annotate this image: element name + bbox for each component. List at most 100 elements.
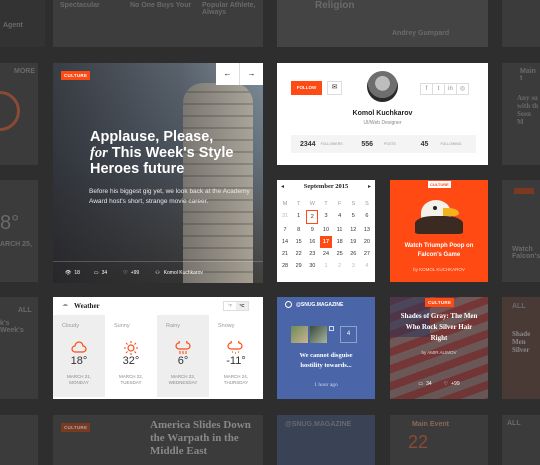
author-name[interactable]: Komol Kuchkarov xyxy=(164,270,203,276)
bg-tile-text: Agent xyxy=(3,22,23,29)
bg-tile-right-3: ALL Shade Men Silver xyxy=(502,297,540,399)
comment-icon: ▭ xyxy=(93,269,99,276)
calendar-day[interactable]: 13 xyxy=(361,224,373,236)
calendar-day[interactable]: 16 xyxy=(306,236,318,248)
calendar-day[interactable]: 26 xyxy=(347,248,359,260)
calendar-day[interactable]: 3 xyxy=(320,210,332,224)
calendar-day[interactable]: 15 xyxy=(293,236,305,248)
calendar-day[interactable]: 4 xyxy=(361,260,373,272)
bg-tile-top-2: Popular Athlete, Always xyxy=(200,0,263,47)
social-card[interactable]: @SNUG.MAGAZINE 4 We cannot disguise host… xyxy=(277,297,375,399)
bg-tile-text: Spectacular xyxy=(60,2,100,9)
calendar-day[interactable]: 14 xyxy=(279,236,291,248)
thumb-2[interactable] xyxy=(310,326,327,343)
flag-byline: by AMIR ALIMOV xyxy=(421,350,457,355)
calendar-day[interactable]: 2 xyxy=(334,260,346,272)
stat-posts[interactable]: 556 POSTS xyxy=(355,141,416,148)
calendar-day[interactable]: 22 xyxy=(293,248,305,260)
social-links: f t in ◎ xyxy=(420,83,469,95)
stat-followers[interactable]: 2344 FOLLOWERS xyxy=(291,141,355,148)
calendar-day[interactable]: 29 xyxy=(293,260,305,272)
unit-c-button[interactable]: °C xyxy=(236,302,248,310)
calendar-day[interactable]: 20 xyxy=(361,236,373,248)
rain-icon xyxy=(175,341,191,354)
weekday-label: W xyxy=(309,201,315,207)
calendar-day[interactable]: 11 xyxy=(334,224,346,236)
bg-tile-text: @SNUG.MAGAZINE xyxy=(285,421,352,428)
calendar-day[interactable]: 4 xyxy=(334,210,346,224)
heart-icon[interactable]: ♡ xyxy=(444,381,448,387)
calendar-week-row: 7 8 9 10 11 12 13 xyxy=(279,224,373,236)
calendar-day[interactable]: 17 xyxy=(319,236,332,248)
calendar-day[interactable]: 1 xyxy=(320,260,332,272)
calendar-week-row: 31 1 2 3 4 5 6 xyxy=(279,210,373,224)
hero-footer: 👁 18 ▭ 34 ♡ +99 ⚇ Komol Kuchkarov xyxy=(53,261,263,283)
snow-icon xyxy=(227,341,243,354)
calendar-day[interactable]: 31 xyxy=(279,210,291,224)
social-handle[interactable]: @SNUG.MAGAZINE xyxy=(296,302,343,308)
weather-title: Weather xyxy=(74,302,100,310)
calendar-day[interactable]: 10 xyxy=(320,224,332,236)
calendar-day[interactable]: 25 xyxy=(334,248,346,260)
bg-tile-text: ALL xyxy=(18,307,32,314)
calendar-day[interactable]: 6 xyxy=(361,210,373,224)
calendar-day[interactable]: 2 xyxy=(306,210,319,224)
prev-button[interactable]: ← xyxy=(216,63,240,85)
thumb-1[interactable] xyxy=(291,326,308,343)
bg-tile-text: Watch Falcon's xyxy=(512,246,540,260)
bg-tile-text: Religion xyxy=(315,0,355,11)
hero-nav: ← → xyxy=(216,63,263,85)
flag-likes: +99 xyxy=(451,381,460,387)
calendar-day[interactable]: 28 xyxy=(279,260,291,272)
calendar-day[interactable]: 8 xyxy=(293,224,305,236)
bg-tile-top-left: Agent xyxy=(0,0,45,47)
bg-tile-right-2: Watch Falcon's xyxy=(502,180,540,282)
calendar-day[interactable]: 12 xyxy=(347,224,359,236)
calendar-day[interactable]: 1 xyxy=(293,210,305,224)
instagram-icon[interactable]: ◎ xyxy=(456,83,469,95)
unit-f-button[interactable]: °F xyxy=(224,302,236,310)
hero-article-card[interactable]: CULTURE ← → Applause, Please, for This W… xyxy=(53,63,263,283)
calendar-day[interactable]: 24 xyxy=(320,248,332,260)
heart-icon[interactable]: ♡ xyxy=(123,270,127,276)
cloud-icon xyxy=(71,341,87,353)
weather-day-4[interactable]: Snowy -11° MARCH 24, THURSDAY xyxy=(209,315,263,397)
follow-button[interactable]: FOLLOW xyxy=(291,81,322,95)
mail-button[interactable]: ✉ xyxy=(327,81,342,95)
promo-card[interactable]: CULTURE Watch Triumph Poop on Falcon's G… xyxy=(390,180,488,282)
calendar-day[interactable]: 9 xyxy=(306,224,318,236)
bg-tile-text: Shade Men Silver xyxy=(512,330,531,354)
bg-tile-text: ARCH 25, xyxy=(0,241,32,248)
calendar-day[interactable]: 21 xyxy=(279,248,291,260)
profile-card: FOLLOW ✉ f t in ◎ Komol Kuchkarov UI/Web… xyxy=(277,63,488,165)
bg-tile-bottom-1: CULTURE America Slides Down the Warpath … xyxy=(53,415,263,465)
calendar-day[interactable]: 23 xyxy=(306,248,318,260)
calendar-day[interactable]: 7 xyxy=(279,224,291,236)
weather-day-2[interactable]: Sunny 32° MARCH 22, TUESDAY xyxy=(105,315,157,397)
bg-tile-bottom-4: ALL xyxy=(502,415,540,465)
calendar-day[interactable]: 30 xyxy=(306,260,318,272)
bg-tile-text: Main t xyxy=(520,68,536,82)
more-count[interactable]: 4 xyxy=(340,326,357,343)
social-time: 1 hour ago xyxy=(314,382,338,388)
hero-title[interactable]: Applause, Please, for This Week's Style … xyxy=(90,129,260,177)
next-button[interactable]: → xyxy=(240,63,263,85)
calendar-next[interactable]: ▸ xyxy=(368,183,371,190)
bg-tile-right-1: Main t Any su with th Seen M xyxy=(502,63,540,165)
calendar-day[interactable]: 5 xyxy=(347,210,359,224)
stat-following[interactable]: 45 FOLLOWING xyxy=(417,141,476,148)
bg-tile-text: America Slides Down the Warpath in the M… xyxy=(150,419,251,457)
calendar-day[interactable]: 27 xyxy=(361,248,373,260)
avatar[interactable] xyxy=(367,71,398,102)
calendar-day[interactable]: 18 xyxy=(334,236,346,248)
eagle-image xyxy=(415,194,463,234)
comments-count: 34 xyxy=(101,269,108,276)
calendar-day[interactable]: 19 xyxy=(347,236,359,248)
calendar-day[interactable]: 3 xyxy=(347,260,359,272)
bg-tile-text: ALL xyxy=(512,303,526,310)
mail-icon: ✉ xyxy=(331,84,338,91)
weather-day-1[interactable]: Cloudy 18° MARCH 21, MONDAY xyxy=(53,315,105,397)
hero-excerpt: Before his biggest gig yet, we look back… xyxy=(89,188,250,205)
flag-article-card[interactable]: CULTURE Shades of Gray: The Men Who Rock… xyxy=(390,297,488,399)
weather-day-3[interactable]: Rainy 6° MARCH 23, WEDNESDAY xyxy=(157,315,209,397)
